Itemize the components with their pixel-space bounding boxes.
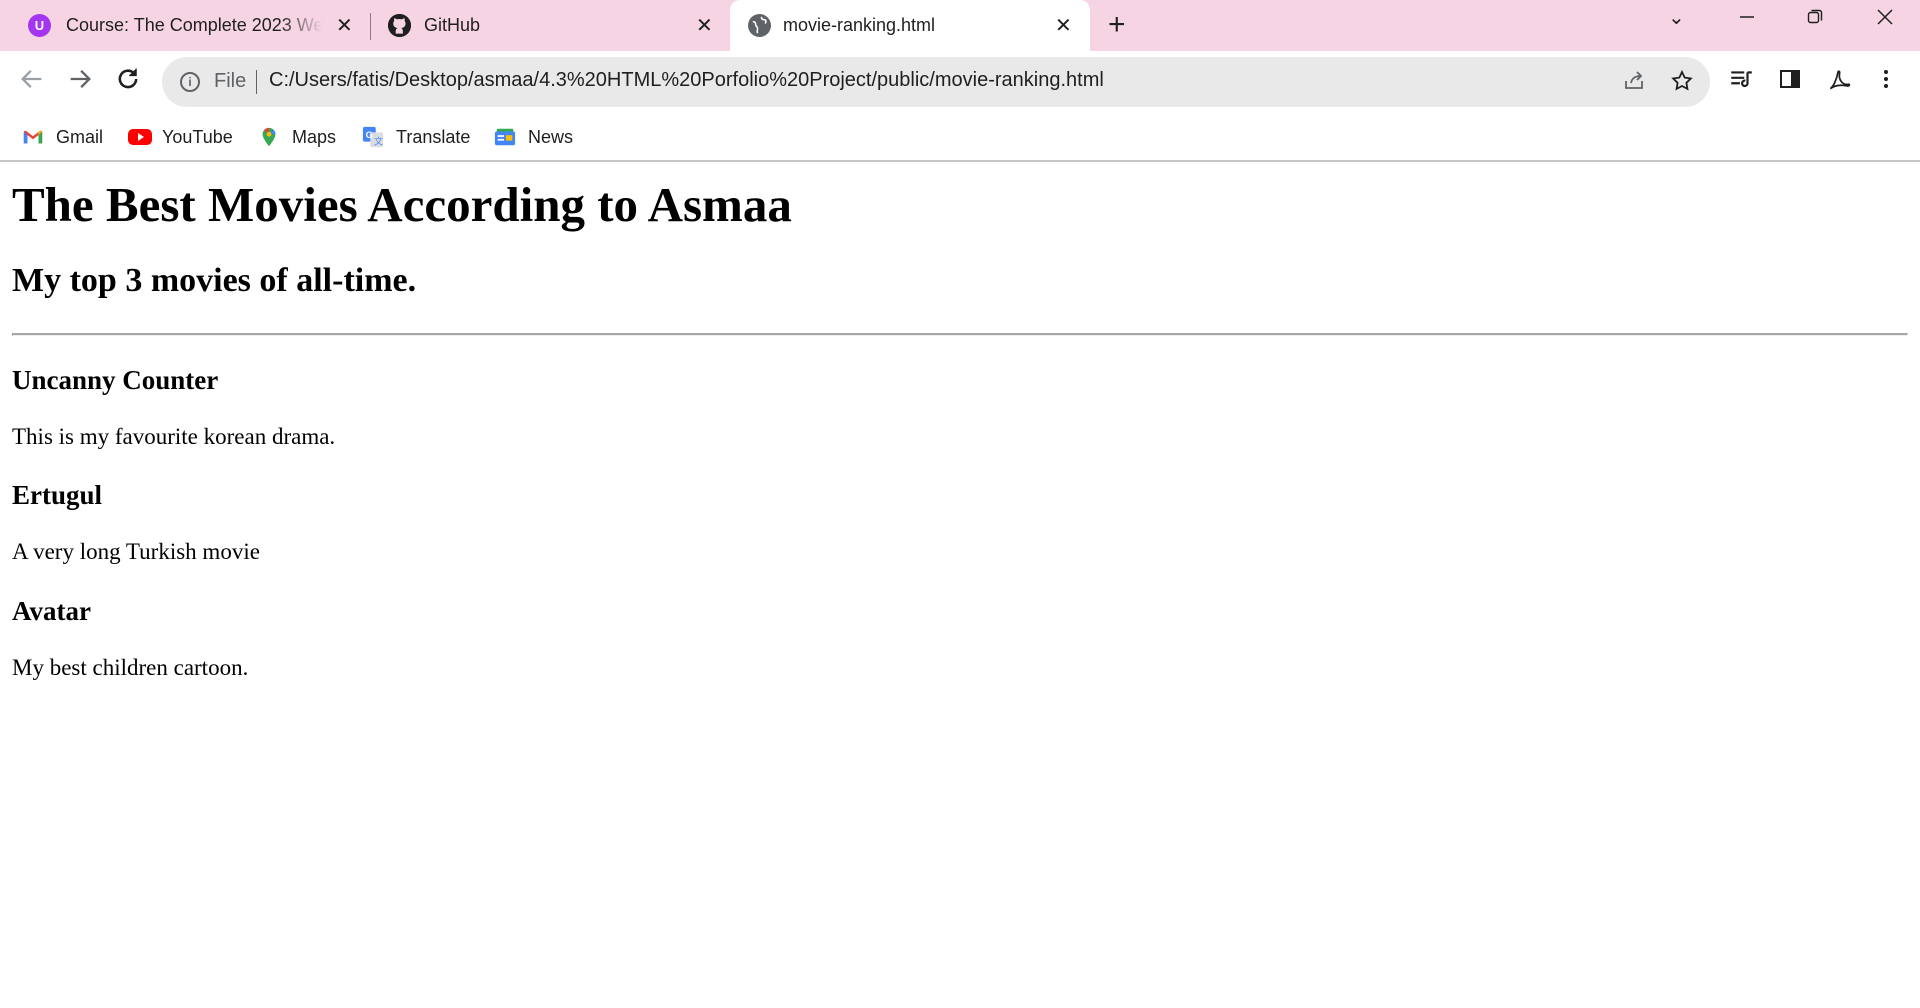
site-info-icon[interactable]: i [180,72,200,92]
globe-icon [748,14,771,37]
share-icon[interactable] [1622,69,1646,97]
bookmark-label: Maps [292,126,337,147]
movie-description: This is my favourite korean drama. [12,424,336,449]
close-tab-icon[interactable]: ✕ [696,16,713,36]
url-text[interactable]: C:/Users/fatis/Desktop/asmaa/4.3%20HTML%… [269,69,1104,92]
close-window-icon[interactable] [1876,8,1894,30]
restore-icon[interactable] [1806,8,1824,30]
tab-strip: U Course: The Complete 2023 Web Developm… [0,0,1920,51]
bookmark-news[interactable]: News [494,123,573,151]
bookmark-label: Gmail [56,126,104,147]
tab-movie-ranking[interactable]: movie-ranking.html ✕ [730,0,1090,51]
page-subtitle: My top 3 movies of all-time. [12,262,417,299]
bookmark-translate[interactable]: G文 Translate [362,123,470,151]
acrobat-extension-icon[interactable] [1826,67,1852,98]
maps-icon [258,126,280,148]
page-title: The Best Movies According to Asmaa [12,177,792,232]
bookmark-gmail[interactable]: Gmail [22,123,103,151]
bookmark-maps[interactable]: Maps [258,123,336,151]
translate-icon: G文 [362,126,384,148]
side-panel-icon[interactable] [1778,67,1802,96]
youtube-icon [128,126,152,148]
movie-title: Uncanny Counter [12,365,219,395]
udemy-icon: U [28,14,51,37]
tab-divider [370,13,371,40]
tab-search-chevron-icon[interactable]: ⌄ [1668,8,1685,28]
back-arrow-icon[interactable] [18,65,46,98]
address-divider [256,70,257,94]
new-tab-icon[interactable]: + [1108,10,1126,40]
scheme-label: File [214,70,247,92]
close-tab-icon[interactable]: ✕ [1055,16,1072,36]
github-icon [388,14,411,37]
svg-text:文: 文 [374,135,383,146]
movie-description: A very long Turkish movie [12,539,260,564]
browser-toolbar: i File C:/Users/fatis/Desktop/asmaa/4.3%… [0,51,1920,113]
bookmark-label: Translate [396,126,471,147]
close-tab-icon[interactable]: ✕ [336,16,353,36]
svg-text:G: G [366,130,373,140]
bookmark-label: News [528,126,574,147]
gmail-icon [22,126,44,148]
horizontal-rule [12,333,1908,336]
reload-icon[interactable] [114,65,142,98]
tab-github[interactable]: GitHub ✕ [388,0,724,51]
tab-udemy-course[interactable]: U Course: The Complete 2023 Web Developm… [28,0,364,51]
more-menu-icon[interactable] [1874,67,1898,96]
bookmark-label: YouTube [162,126,233,147]
movie-title: Avatar [12,596,91,626]
news-icon [494,126,516,148]
tab-title: GitHub [424,15,481,35]
movie-description: My best children cartoon. [12,655,249,680]
bookmark-youtube[interactable]: YouTube [128,123,233,151]
tab-title: movie-ranking.html [783,15,936,35]
address-bar[interactable]: i File C:/Users/fatis/Desktop/asmaa/4.3%… [162,57,1710,107]
bookmarks-bar: Gmail YouTube Maps G文 Translate News [0,113,1920,162]
minimize-icon[interactable] [1738,8,1756,30]
bookmark-star-icon[interactable] [1670,69,1694,97]
tab-title: Course: The Complete 2023 Web Developmen… [66,15,322,35]
forward-arrow-icon[interactable] [66,65,94,98]
movie-title: Ertugul [12,480,103,510]
media-queue-icon[interactable] [1728,67,1754,98]
